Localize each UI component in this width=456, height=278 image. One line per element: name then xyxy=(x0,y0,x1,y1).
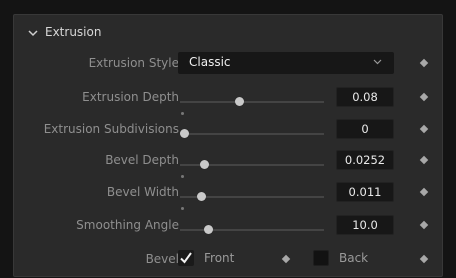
bevel-label: Bevel xyxy=(145,252,179,266)
bevel-back-checkbox[interactable] xyxy=(313,250,329,266)
bevel-width-label: Bevel Width xyxy=(106,185,179,199)
keyframe-diamond-icon[interactable] xyxy=(281,254,291,264)
slider-track xyxy=(180,229,324,231)
keyframe-diamond-icon[interactable] xyxy=(419,155,429,165)
keyframe-diamond-icon[interactable] xyxy=(419,254,429,264)
keyframe-diamond-icon[interactable] xyxy=(419,58,429,68)
smoothing-angle-slider[interactable] xyxy=(180,225,324,235)
bevel-depth-field[interactable]: 0.0252 xyxy=(336,150,394,170)
bevel-depth-slider[interactable] xyxy=(180,160,324,178)
extrusion-depth-label: Extrusion Depth xyxy=(82,90,179,104)
bevel-width-field[interactable]: 0.011 xyxy=(336,182,394,202)
row-extrusion-subdivisions: Extrusion Subdivisions 0 xyxy=(14,116,444,144)
section-title: Extrusion xyxy=(45,25,102,39)
slider-thumb[interactable] xyxy=(180,129,189,138)
keyframe-diamond-icon[interactable] xyxy=(419,220,429,230)
bevel-width-slider[interactable] xyxy=(180,192,324,210)
extrusion-style-dropdown[interactable]: Classic xyxy=(178,52,394,74)
bevel-front-label[interactable]: Front xyxy=(204,251,234,265)
bevel-depth-label: Bevel Depth xyxy=(105,153,179,167)
slider-track xyxy=(180,133,324,135)
smoothing-angle-field[interactable]: 10.0 xyxy=(336,215,394,235)
default-marker-icon xyxy=(181,112,184,115)
row-bevel-width: Bevel Width 0.011 xyxy=(14,179,444,210)
extrusion-depth-slider[interactable] xyxy=(180,97,324,115)
extrusion-style-label: Extrusion Style xyxy=(88,56,179,70)
slider-thumb[interactable] xyxy=(197,192,207,201)
default-marker-icon xyxy=(181,207,184,210)
row-bevel: Bevel Front Back xyxy=(14,246,444,274)
slider-thumb[interactable] xyxy=(200,160,210,169)
checkmark-icon xyxy=(180,252,192,264)
slider-thumb[interactable] xyxy=(204,225,214,234)
extrusion-subdivisions-slider[interactable] xyxy=(180,129,324,139)
keyframe-diamond-icon[interactable] xyxy=(419,92,429,102)
bevel-back-label[interactable]: Back xyxy=(339,251,368,265)
extrusion-subdivisions-label: Extrusion Subdivisions xyxy=(43,122,179,136)
default-marker-icon xyxy=(181,175,184,178)
bevel-front-checkbox[interactable] xyxy=(178,250,194,266)
slider-track xyxy=(180,101,324,103)
extrusion-panel: Extrusion Extrusion Style Classic Extrus… xyxy=(13,14,443,277)
extrusion-depth-field[interactable]: 0.08 xyxy=(336,87,394,107)
row-bevel-depth: Bevel Depth 0.0252 xyxy=(14,147,444,178)
extrusion-style-value: Classic xyxy=(189,55,231,69)
slider-thumb[interactable] xyxy=(234,97,244,106)
smoothing-angle-label: Smoothing Angle xyxy=(76,218,179,232)
row-extrusion-depth: Extrusion Depth 0.08 xyxy=(14,84,444,115)
extrusion-subdivisions-field[interactable]: 0 xyxy=(336,119,394,139)
keyframe-diamond-icon[interactable] xyxy=(419,124,429,134)
row-extrusion-style: Extrusion Style Classic xyxy=(14,50,444,78)
chevron-down-icon xyxy=(373,59,382,65)
chevron-down-icon[interactable] xyxy=(27,27,39,39)
row-smoothing-angle: Smoothing Angle 10.0 xyxy=(14,212,444,240)
keyframe-diamond-icon[interactable] xyxy=(419,187,429,197)
